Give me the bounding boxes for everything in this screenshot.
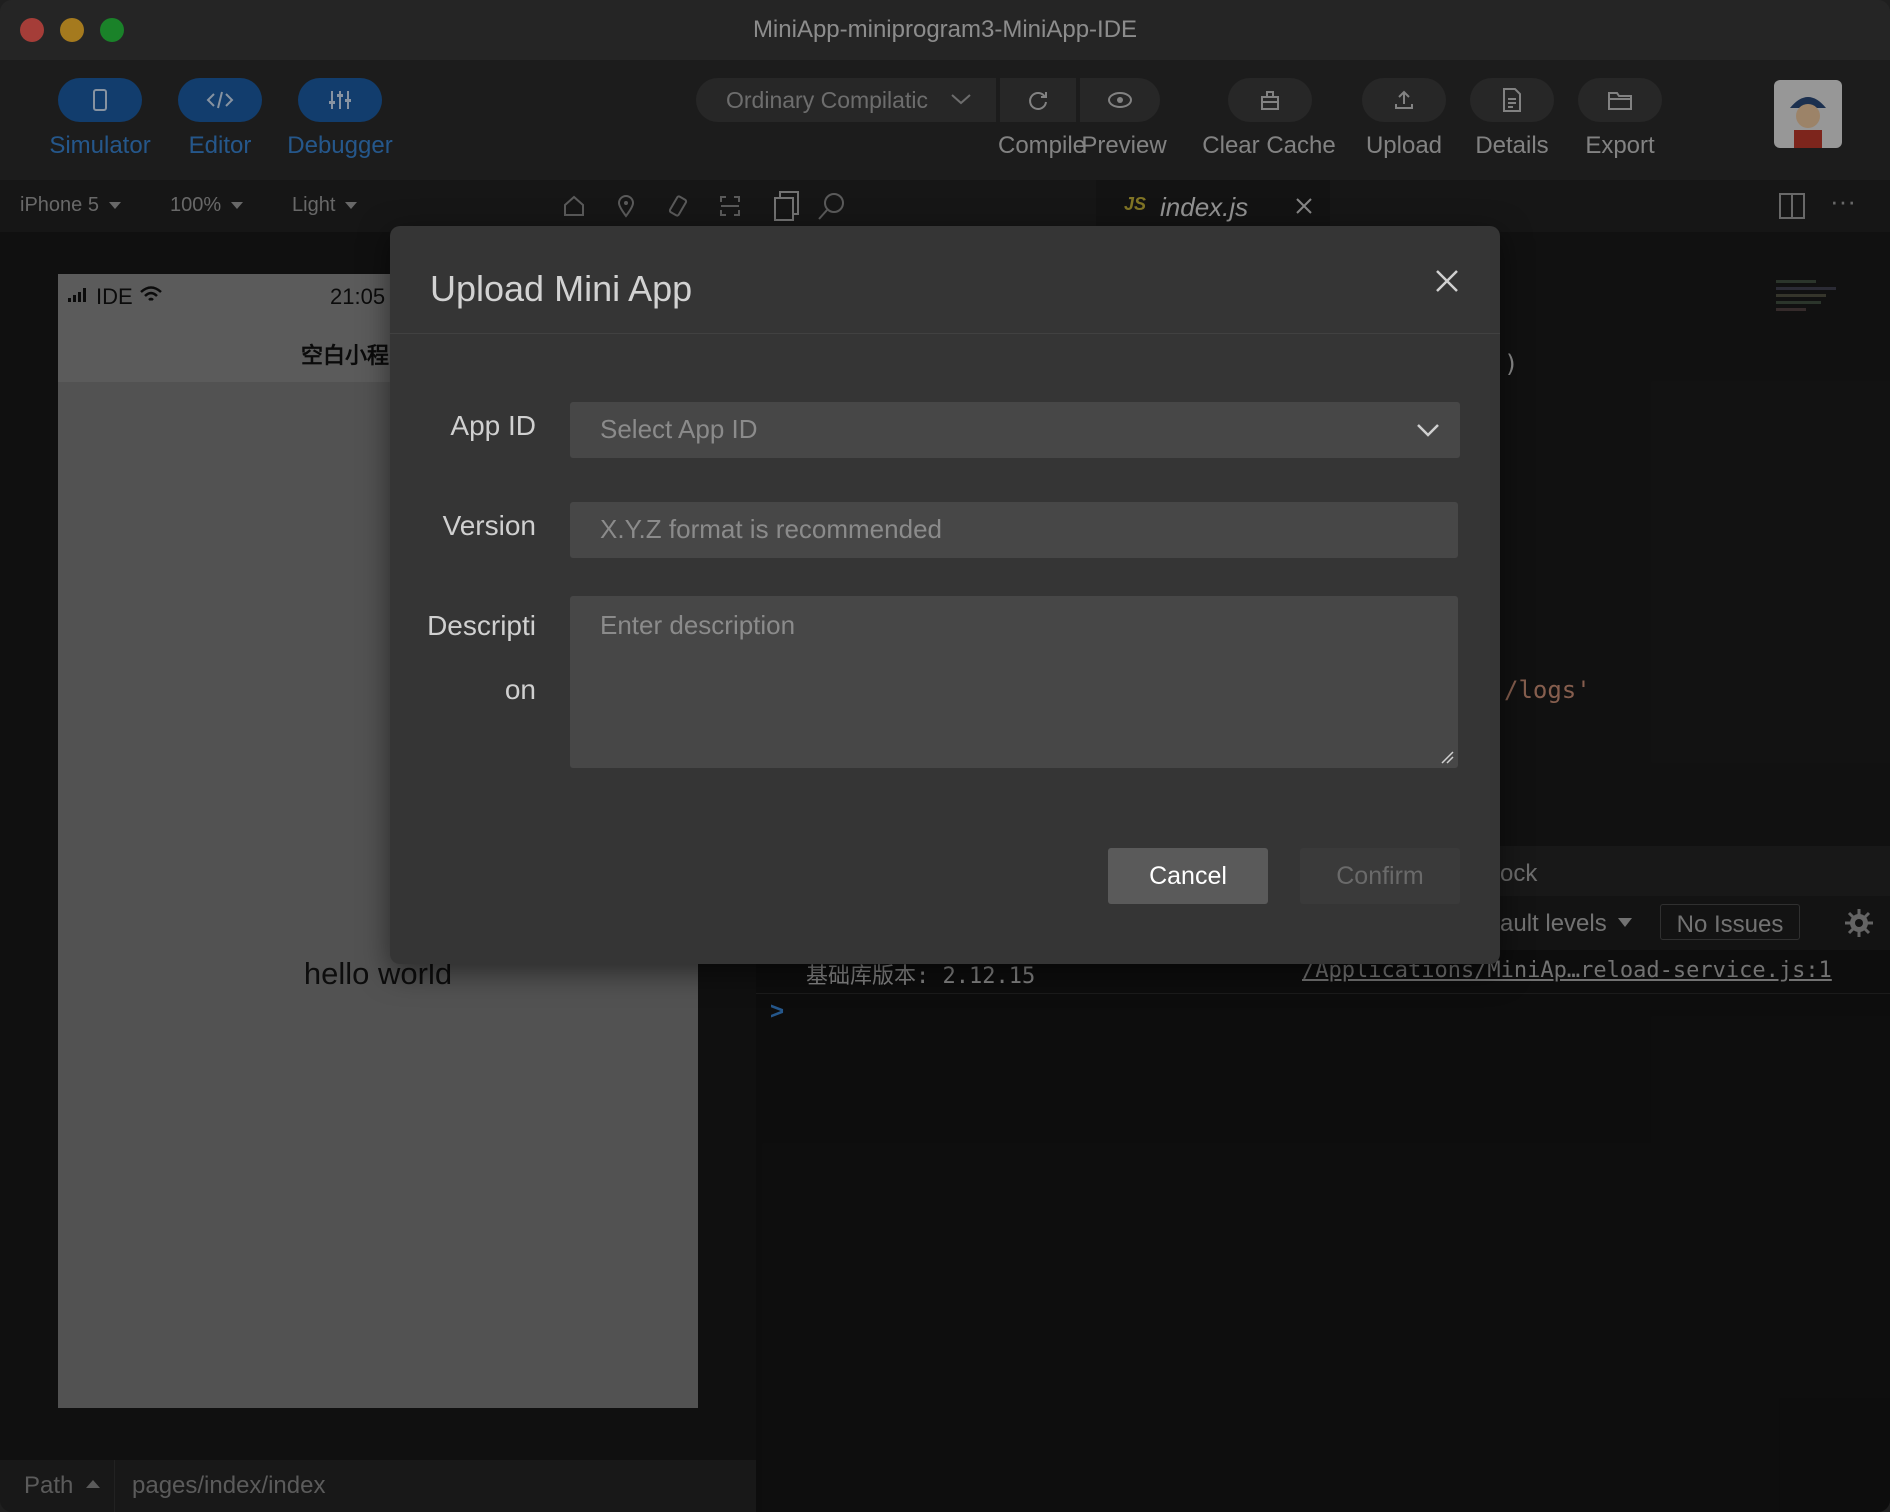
app-id-label: App ID <box>450 410 536 441</box>
version-placeholder: X.Y.Z format is recommended <box>600 514 942 544</box>
version-label: Version <box>442 510 536 541</box>
ide-window: MiniApp-miniprogram3-MiniApp-IDE Simulat… <box>0 0 1890 1512</box>
resize-handle-icon[interactable] <box>1440 750 1454 764</box>
version-input[interactable]: X.Y.Z format is recommended <box>570 502 1458 558</box>
app-id-select[interactable]: Select App ID <box>570 402 1460 458</box>
app-id-placeholder: Select App ID <box>600 414 758 444</box>
description-label-line1: Descripti <box>427 610 536 641</box>
dialog-title: Upload Mini App <box>430 268 693 309</box>
description-textarea[interactable]: Enter description <box>570 596 1458 768</box>
description-label-line2: on <box>504 674 536 705</box>
upload-dialog: Upload Mini App App ID Select App ID Ver… <box>390 226 1500 964</box>
chevron-down-icon <box>1417 424 1439 437</box>
confirm-button[interactable]: Confirm <box>1300 848 1460 904</box>
cancel-button[interactable]: Cancel <box>1108 848 1268 904</box>
description-placeholder: Enter description <box>600 610 796 640</box>
dialog-header: Upload Mini App <box>390 226 1500 334</box>
close-icon[interactable] <box>1432 266 1462 296</box>
